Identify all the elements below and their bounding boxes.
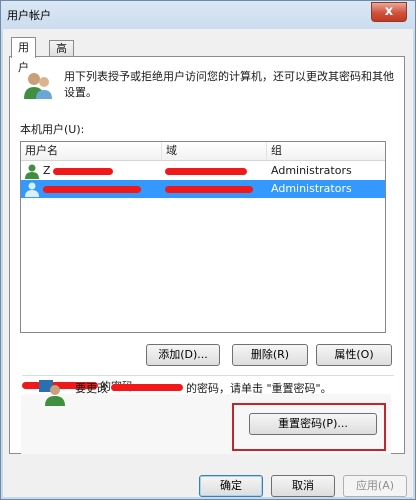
properties-button[interactable]: 属性(O): [316, 344, 392, 366]
tab-advanced[interactable]: 高级: [49, 40, 74, 71]
instructions-prefix: 要更改: [75, 382, 108, 395]
intro-description: 用下列表授予或拒绝用户访问您的计算机，还可以更改其密码和其他设置。: [64, 70, 394, 99]
user-icon: [25, 164, 39, 179]
column-header-username[interactable]: 用户名: [21, 142, 162, 160]
user-row-selected[interactable]: Administrators: [21, 180, 385, 198]
group-value: Administrators: [271, 182, 352, 195]
add-user-button[interactable]: 添加(D)...: [146, 344, 220, 366]
user-accounts-dialog: 用户帐户 x 用户 高级 用下列表授予或拒绝用户访问您的计算机，还可以更改其密码…: [0, 0, 416, 500]
user-icon: [25, 182, 39, 197]
instructions-suffix: 的密码，请单击 "重置密码"。: [186, 382, 332, 395]
title-bar[interactable]: 用户帐户 x: [1, 1, 415, 29]
local-users-label: 本机用户(U):: [20, 123, 85, 136]
column-header-domain[interactable]: 域: [162, 142, 267, 160]
users-listview[interactable]: 用户名 域 组 Z Administrators Administrators: [20, 141, 386, 333]
group-value: Administrators: [271, 164, 352, 177]
ok-button[interactable]: 确定: [199, 475, 263, 497]
password-group-divider: [22, 375, 394, 376]
redacted-username: [53, 168, 113, 175]
redacted-username: [43, 186, 141, 193]
apply-button[interactable]: 应用(A): [343, 475, 407, 497]
remove-user-button[interactable]: 删除(R): [232, 344, 308, 366]
cancel-button[interactable]: 取消: [271, 475, 335, 497]
listview-header: 用户名 域 组: [21, 142, 385, 161]
close-button[interactable]: x: [371, 2, 407, 22]
redacted-domain: [165, 186, 253, 193]
window-title: 用户帐户: [7, 9, 51, 22]
redacted-domain: [165, 168, 247, 175]
dialog-content: 用户 高级 用下列表授予或拒绝用户访问您的计算机，还可以更改其密码和其他设置。 …: [3, 29, 413, 497]
reset-password-instructions: 要更改 的密码，请单击 "重置密码"。: [75, 380, 332, 396]
reset-password-button[interactable]: 重置密码(P)...: [249, 413, 377, 435]
username-prefix: Z: [43, 164, 51, 177]
tab-users[interactable]: 用户: [11, 37, 36, 74]
redacted-username: [111, 384, 183, 391]
user-key-icon: [39, 380, 65, 406]
column-header-group[interactable]: 组: [267, 142, 383, 160]
user-row[interactable]: Z Administrators: [21, 162, 385, 180]
